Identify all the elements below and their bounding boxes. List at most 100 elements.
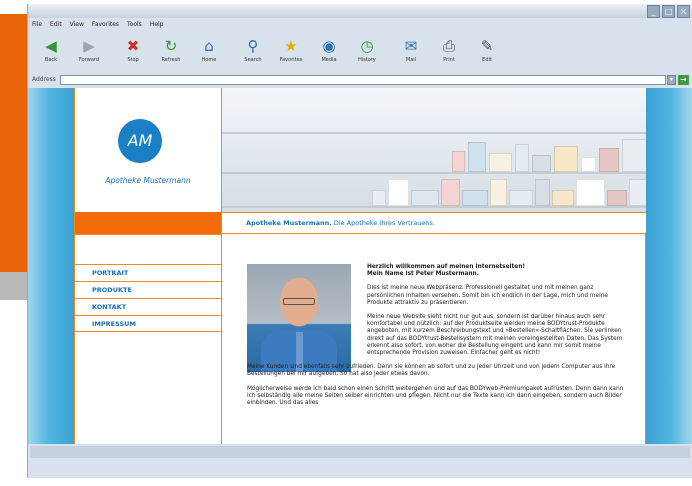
toolbar: ◀ Back ▶ Forward ✖ Stop ↻ Refresh ⌂ Home ⚲ Search ★ F… (28, 34, 692, 74)
toolbar-button-label: Search (244, 57, 262, 63)
minimize-icon[interactable]: _ (647, 5, 660, 18)
tagline-bar: Apotheke Mustermann. Die Apotheke Ihres … (222, 212, 646, 234)
paragraph-1: Dies ist meine neue Webpräsenz. Professi… (367, 285, 608, 306)
toolbar-stop-button[interactable]: ✖ Stop (114, 34, 152, 63)
status-bar (28, 444, 692, 478)
orange-accent-bar (75, 212, 221, 234)
menu-edit[interactable]: Edit (50, 18, 62, 32)
menu-tools[interactable]: Tools (127, 18, 142, 32)
toolbar-edit-button[interactable]: ✎ Edit (468, 34, 506, 63)
hero-product-box (576, 179, 605, 206)
toolbar-button-label: Stop (127, 57, 139, 63)
intro-block: Herzlich willkommen auf meinen Internets… (367, 264, 627, 307)
hero-pharmacy-shelves-image (222, 88, 646, 212)
hero-product-box (599, 148, 619, 172)
toolbar-button-label: Print (443, 57, 455, 63)
media-icon: ◉ (322, 37, 336, 55)
status-text-area (30, 446, 690, 458)
toolbar-search-button[interactable]: ⚲ Search (234, 34, 272, 63)
close-icon[interactable]: × (677, 5, 690, 18)
hero-product-box (532, 155, 551, 172)
welcome-line-2: Mein Name ist Peter Mustermann. (367, 271, 479, 278)
hero-shelf (222, 206, 646, 208)
hero-product-box (554, 146, 578, 172)
hero-product-box (509, 190, 533, 206)
sidebar-nav: PORTRAIT PRODUKTE KONTAKT IMPRESSUM (75, 264, 221, 332)
toolbar-button-label: History (358, 57, 376, 63)
website-page: AM Apotheke Mustermann Apotheke Musterma… (74, 88, 646, 444)
refresh-icon: ↻ (164, 37, 178, 55)
home-icon: ⌂ (204, 37, 214, 55)
nav-item-kontakt[interactable]: KONTAKT (75, 298, 221, 315)
page-viewport: AM Apotheke Mustermann Apotheke Musterma… (28, 88, 692, 444)
address-dropdown-icon[interactable]: ▾ (667, 75, 676, 85)
window-controls: _ □ × (647, 5, 690, 18)
toolbar-print-button[interactable]: ⎙ Print (430, 34, 468, 63)
logo-area[interactable]: AM Apotheke Mustermann (75, 88, 221, 212)
hero-product-box (452, 151, 465, 172)
toolbar-button-label: Media (321, 57, 337, 63)
address-input[interactable] (60, 75, 666, 85)
address-bar: Address ▾ → (28, 74, 692, 86)
toolbar-button-label: Refresh (161, 57, 181, 63)
main-content: Herzlich willkommen auf meinen Internets… (247, 264, 627, 414)
browser-window: _ □ × File Edit View Favorites Tools Hel… (28, 4, 692, 478)
toolbar-media-button[interactable]: ◉ Media (310, 34, 348, 63)
hero-product-box (462, 190, 488, 206)
history-icon: ◷ (360, 37, 374, 55)
hero-product-box (607, 190, 627, 206)
toolbar-button-label: Forward (78, 57, 100, 63)
hero-product-box (629, 179, 646, 206)
hero-product-box (388, 179, 409, 206)
title-bar: _ □ × (28, 4, 692, 18)
hero-product-box (411, 190, 439, 206)
hero-product-box (515, 144, 529, 172)
toolbar-history-button[interactable]: ◷ History (348, 34, 386, 63)
toolbar-mail-button[interactable]: ✉ Mail (392, 34, 430, 63)
hero-product-box (535, 179, 550, 206)
search-icon: ⚲ (247, 37, 259, 55)
menu-view[interactable]: View (70, 18, 84, 32)
toolbar-refresh-button[interactable]: ↻ Refresh (152, 34, 190, 63)
nav-item-impressum[interactable]: IMPRESSUM (75, 315, 221, 332)
hero-product-box (490, 179, 507, 206)
hero-product-box (489, 153, 512, 172)
hero-product-box (581, 157, 596, 172)
toolbar-back-button[interactable]: ◀ Back (32, 34, 70, 63)
edit-icon: ✎ (480, 37, 494, 55)
toolbar-forward-button[interactable]: ▶ Forward (70, 34, 108, 63)
left-grey-band (0, 272, 28, 300)
print-icon: ⎙ (442, 37, 455, 55)
menu-file[interactable]: File (32, 18, 42, 32)
toolbar-button-label: Favorites (279, 57, 303, 63)
toolbar-home-button[interactable]: ⌂ Home (190, 34, 228, 63)
nav-item-portrait[interactable]: PORTRAIT (75, 264, 221, 281)
page-scroll-area: AM Apotheke Mustermann Apotheke Musterma… (75, 88, 647, 444)
mail-icon: ✉ (404, 37, 418, 55)
paragraph-4: Möglicherweise werde ich bald schon eine… (247, 385, 624, 407)
back-arrow-icon: ◀ (45, 37, 57, 55)
star-icon: ★ (284, 37, 298, 55)
menu-help[interactable]: Help (150, 18, 164, 32)
go-icon[interactable]: → (678, 75, 689, 85)
tagline-text: Die Apotheke Ihres Vertrauens. (333, 219, 435, 227)
logo-badge: AM (118, 119, 162, 163)
paragraph-2: Meine neue Website sieht nicht nur gut a… (367, 314, 623, 357)
logo-name: Apotheke Mustermann (105, 176, 191, 185)
toolbar-button-label: Back (44, 57, 58, 63)
menu-favorites[interactable]: Favorites (92, 18, 119, 32)
paragraph-3: Meine Kunden sind ebenfalls sehr zufried… (247, 364, 616, 378)
forward-arrow-icon: ▶ (83, 37, 95, 55)
nav-divider (75, 234, 221, 235)
address-label: Address (32, 76, 56, 83)
hero-product-box (552, 190, 574, 206)
toolbar-button-label: Mail (405, 57, 417, 63)
toolbar-favorites-button[interactable]: ★ Favorites (272, 34, 310, 63)
menu-bar: File Edit View Favorites Tools Help (28, 18, 692, 32)
hero-shelf (222, 172, 646, 174)
toolbar-button-label: Edit (482, 57, 492, 63)
welcome-line-1: Herzlich willkommen auf meinen Internets… (367, 264, 525, 270)
toolbar-button-label: Home (201, 57, 217, 63)
maximize-icon[interactable]: □ (662, 5, 675, 18)
nav-item-produkte[interactable]: PRODUKTE (75, 281, 221, 298)
